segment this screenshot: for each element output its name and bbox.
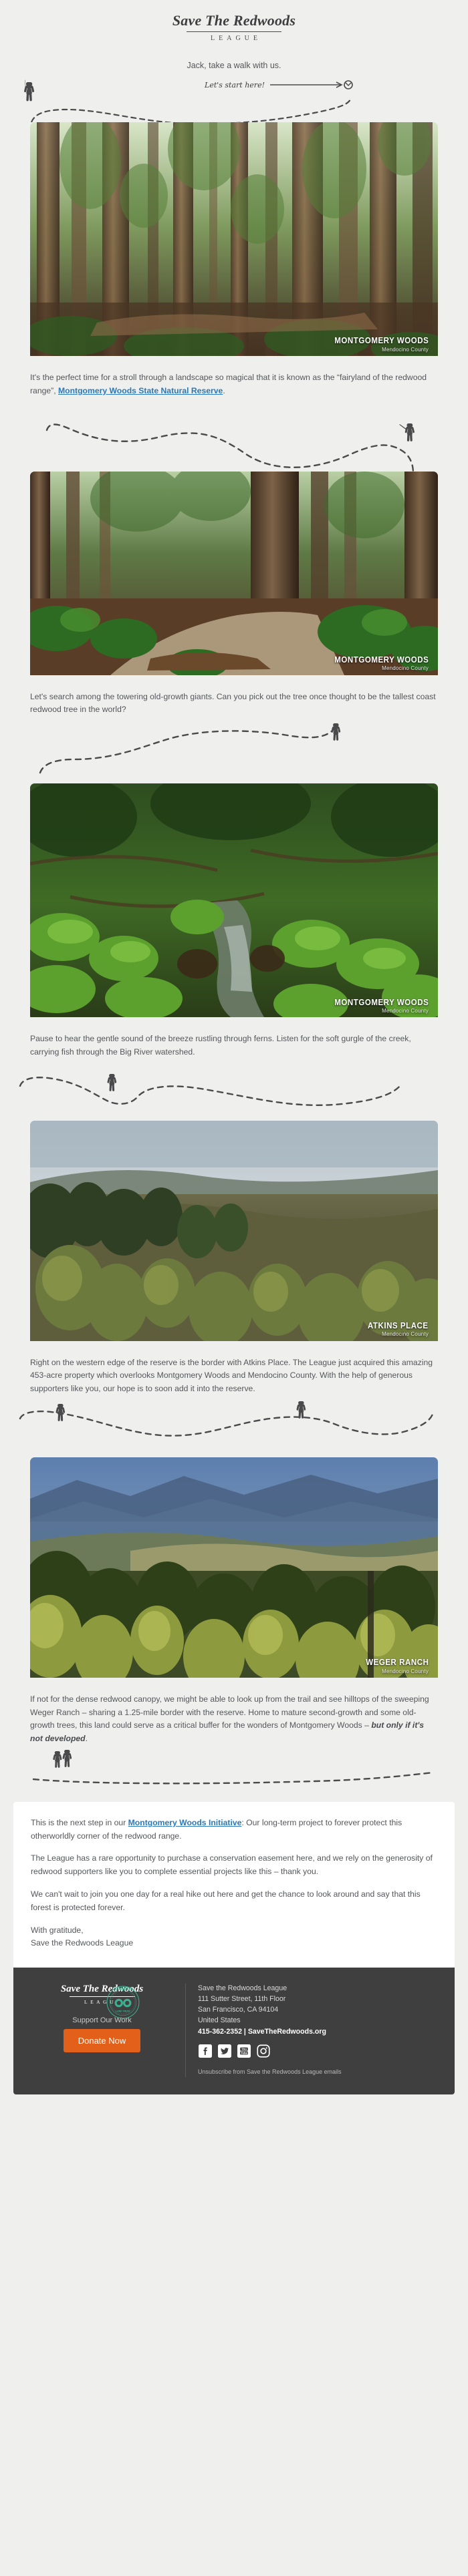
twitter-icon[interactable] — [217, 2044, 232, 2058]
closing-signoff: With gratitude, — [31, 1925, 84, 1935]
path-divider-intro: Let's start here! — [24, 79, 353, 122]
photo-block-1: MONTGOMERY WOODS Mendocino County — [0, 122, 468, 359]
hiker-waving-silhouette — [399, 423, 415, 441]
montgomery-woods-initiative-link[interactable]: Montgomery Woods Initiative — [128, 1818, 242, 1827]
closing-paragraph-2: The League has a rare opportunity to pur… — [31, 1853, 433, 1877]
brand-logo-rule — [187, 31, 281, 32]
svg-text:Tube: Tube — [241, 2051, 247, 2054]
photo-caption-1: MONTGOMERY WOODS Mendocino County — [326, 336, 429, 353]
path-divider-3 — [19, 1073, 402, 1106]
footer-brand-logo-league: LEAGUE — [84, 1999, 122, 2006]
instagram-icon[interactable] — [256, 2044, 271, 2058]
hiker-pair-b-silhouette — [62, 1749, 72, 1767]
photo-caption-title: MONTGOMERY WOODS — [334, 997, 429, 1007]
facebook-icon[interactable] — [198, 2044, 213, 2058]
photo-montgomery-woods-grove[interactable]: MONTGOMERY WOODS Mendocino County — [30, 122, 438, 359]
photo-art-grove — [30, 122, 438, 359]
section-copy-2: Let's search among the towering old-grow… — [30, 691, 436, 715]
footer-address-line-3: United States — [198, 2016, 241, 2024]
hiker-left-silhouette — [55, 1403, 66, 1421]
donate-now-button[interactable]: Donate Now — [63, 2029, 141, 2053]
photo-block-5: WEGER RANCH Mendocino County — [0, 1457, 468, 1681]
unsubscribe-link[interactable]: Unsubscribe from Save the Redwoods Leagu… — [198, 2068, 342, 2075]
photo-caption-5: WEGER RANCH Mendocino County — [360, 1658, 429, 1674]
svg-text:LAND TRUST: LAND TRUST — [116, 2010, 130, 2013]
path-divider-2 — [39, 723, 341, 774]
photo-art-creek — [30, 783, 438, 1021]
photo-caption-subtitle: Mendocino County — [382, 346, 429, 353]
closing-paragraph-3: We can't wait to join you one day for a … — [31, 1889, 421, 1912]
hiker-silhouette — [24, 79, 35, 102]
greeting-text: Jack, take a walk with us. — [187, 61, 281, 70]
photo-caption-2: MONTGOMERY WOODS Mendocino County — [326, 655, 429, 672]
footer-address-line-2: San Francisco, CA 94104 — [198, 2005, 279, 2014]
copy-text-suffix: . — [223, 385, 225, 395]
copy-text-suffix: . — [85, 1734, 88, 1744]
closing-p1-prefix: This is the next step in our — [31, 1817, 128, 1827]
brand-logo-script: Save The Redwoods — [172, 12, 296, 29]
photo-caption-title: MONTGOMERY WOODS — [334, 336, 429, 346]
photo-caption-subtitle: Mendocino County — [382, 1668, 429, 1674]
hiker-standing-silhouette — [107, 1073, 117, 1091]
footer-brand-logo-script: Save The Redwoods — [60, 1984, 144, 1995]
copy-text-prefix: If not for the dense redwood canopy, we … — [30, 1694, 429, 1730]
path-divider-4 — [19, 1401, 435, 1437]
footer-org-name: Save the Redwoods League — [198, 1984, 287, 1993]
photo-block-4: ATKINS PLACE Mendocino County — [0, 1120, 468, 1344]
footer-address-line-1: 111 Sutter Street, 11th Floor — [198, 1994, 286, 2003]
photo-caption-title: ATKINS PLACE — [368, 1321, 429, 1331]
closing-card: This is the next step in our Montgomery … — [13, 1801, 455, 1968]
social-links: You Tube — [198, 2044, 440, 2058]
photo-montgomery-woods-creek[interactable]: MONTGOMERY WOODS Mendocino County — [30, 783, 438, 1021]
brand-logo-league: LEAGUE — [211, 35, 261, 42]
closing-signature: Save the Redwoods League — [31, 1938, 134, 1948]
photo-caption-title: MONTGOMERY WOODS — [334, 655, 429, 665]
section-copy-3: Pause to hear the gentle sound of the br… — [30, 1034, 411, 1057]
email-page: Save The Redwoods LEAGUE Jack, take a wa… — [0, 0, 468, 2104]
photo-caption-subtitle: Mendocino County — [382, 665, 429, 672]
photo-weger-ranch[interactable]: WEGER RANCH Mendocino County — [30, 1457, 438, 1681]
photo-atkins-place[interactable]: ATKINS PLACE Mendocino County — [30, 1120, 438, 1344]
footer-contact-line: 415-362-2352 | SaveTheRedwoods.org — [198, 2027, 326, 2036]
hiker-pair-a-silhouette — [53, 1751, 62, 1768]
photo-art-weger — [30, 1457, 438, 1681]
support-our-work-label: Support Our Work — [72, 2016, 132, 2025]
photo-caption-3: MONTGOMERY WOODS Mendocino County — [326, 998, 429, 1015]
youtube-icon[interactable]: You Tube — [237, 2044, 251, 2058]
hiker-climbing-silhouette — [331, 723, 341, 741]
photo-art-trail — [30, 471, 438, 679]
hiker-right-silhouette — [296, 1401, 306, 1419]
photo-art-atkins — [30, 1120, 438, 1344]
handwritten-note: Let's start here! — [204, 81, 265, 89]
photo-block-3: MONTGOMERY WOODS Mendocino County — [0, 783, 468, 1021]
photo-caption-4: ATKINS PLACE Mendocino County — [362, 1321, 429, 1338]
montgomery-woods-reserve-link[interactable]: Montgomery Woods State Natural Reserve — [58, 386, 223, 395]
path-divider-5 — [32, 1749, 435, 1785]
section-copy-5: If not for the dense redwood canopy, we … — [0, 1681, 468, 1746]
svg-text:You: You — [241, 2047, 247, 2050]
footer: Save The Redwoods LEAGUE Support Our Wor… — [13, 1968, 455, 2094]
masthead: Save The Redwoods LEAGUE — [0, 0, 468, 46]
svg-text:ACCREDITED: ACCREDITED — [114, 1987, 133, 1990]
footer-right-column: ACCREDITED LAND TRUST Save the Redwoods … — [106, 1984, 440, 2077]
section-copy-4: Right on the western edge of the reserve… — [30, 1357, 433, 1394]
closing-paragraph-1: This is the next step in our Montgomery … — [31, 1817, 437, 1843]
photo-caption-subtitle: Mendocino County — [382, 1007, 429, 1014]
photo-montgomery-woods-trail[interactable]: MONTGOMERY WOODS Mendocino County — [30, 471, 438, 679]
section-copy-1: It's the perfect time for a stroll throu… — [0, 359, 468, 398]
photo-caption-title: WEGER RANCH — [365, 1658, 429, 1668]
land-trust-accreditation-seal-icon: ACCREDITED LAND TRUST — [106, 1986, 140, 2019]
path-divider-1 — [45, 423, 415, 472]
photo-block-2: MONTGOMERY WOODS Mendocino County — [0, 471, 468, 679]
photo-caption-subtitle: Mendocino County — [382, 1331, 429, 1338]
